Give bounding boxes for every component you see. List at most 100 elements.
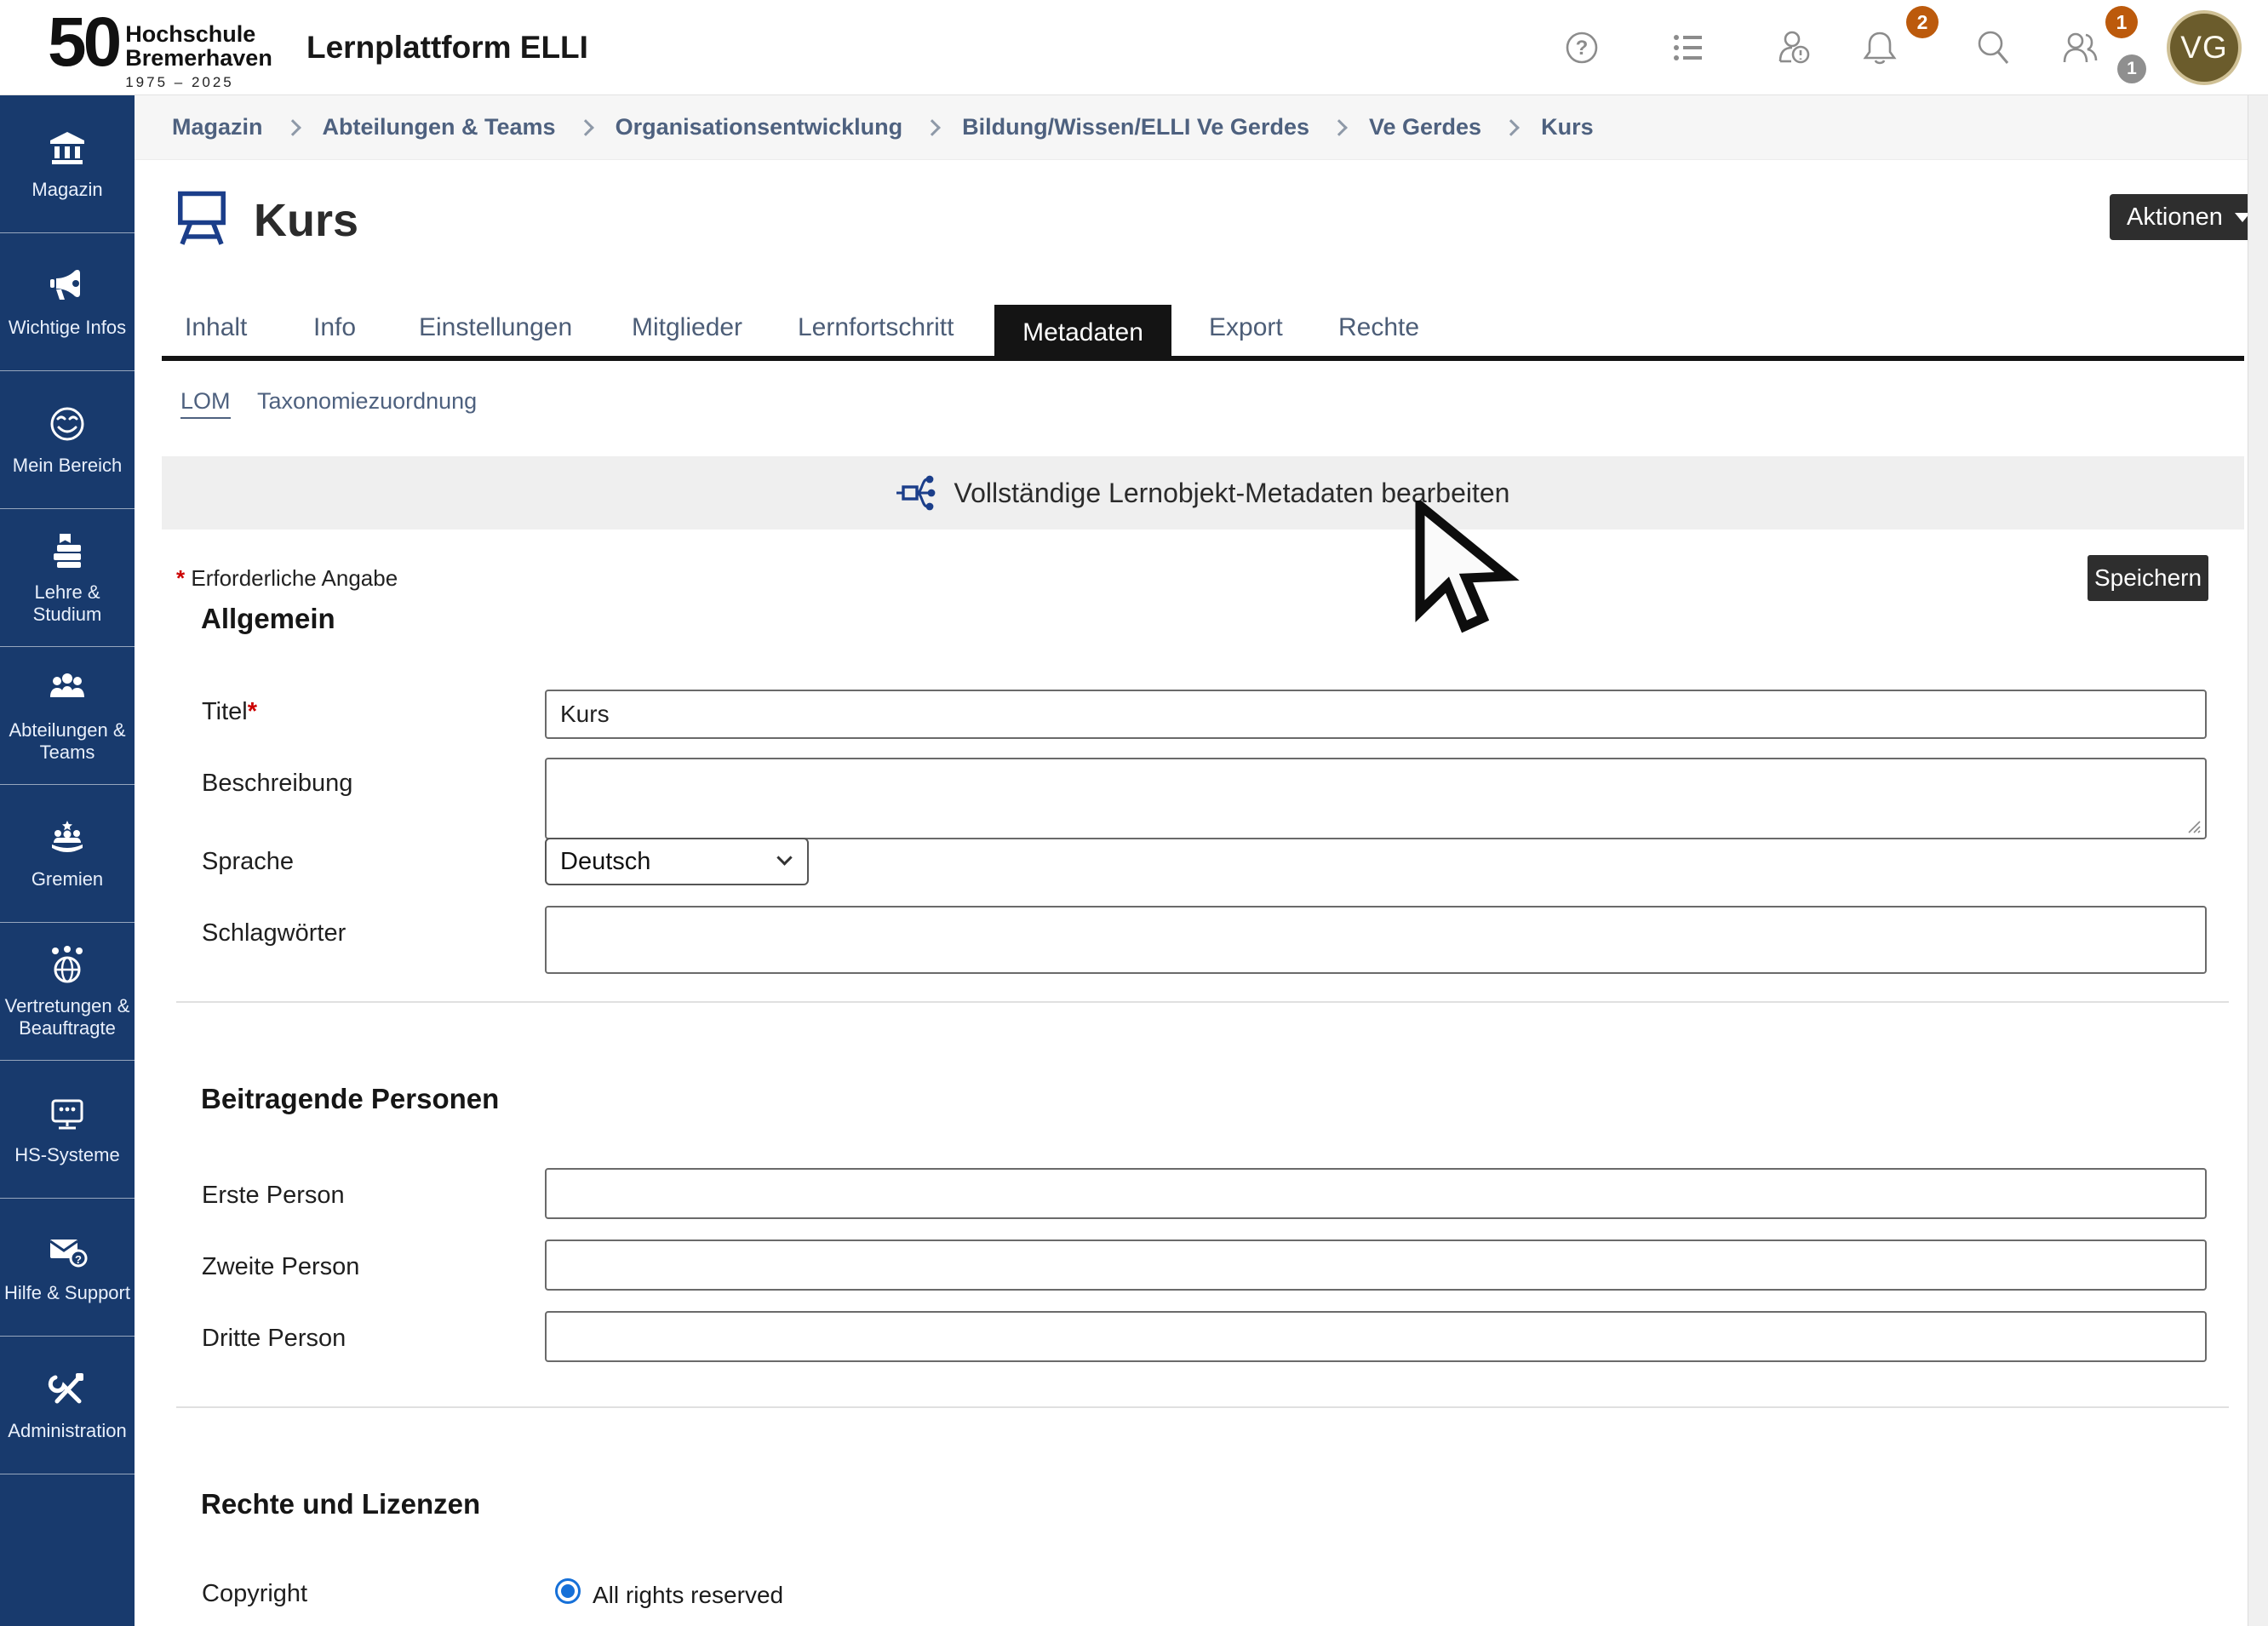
description-textarea[interactable]: [545, 758, 2207, 839]
bell-icon: [1859, 27, 1900, 68]
breadcrumb: Magazin Abteilungen & Teams Organisation…: [135, 95, 2248, 160]
notifications-button[interactable]: [1856, 24, 1904, 72]
tab-mitglieder[interactable]: Mitglieder: [632, 313, 742, 342]
language-select[interactable]: Deutsch: [545, 838, 809, 885]
subtab-lom[interactable]: LOM: [180, 388, 231, 419]
search-icon: [1973, 27, 2014, 68]
breadcrumb-item[interactable]: Bildung/Wissen/ELLI Ve Gerdes: [962, 114, 1309, 140]
tab-lernfortschritt[interactable]: Lernfortschritt: [798, 313, 954, 342]
main-sidebar: Magazin Wichtige Infos Mein Bereich Lehr…: [0, 95, 135, 1626]
tab-info[interactable]: Info: [313, 313, 356, 342]
keywords-input[interactable]: [545, 906, 2207, 974]
sidebar-item-administration[interactable]: Administration: [0, 1337, 135, 1474]
users-icon: [2060, 27, 2101, 68]
sidebar-item-vertretungen[interactable]: Vertretungen & Beauftragte: [0, 923, 135, 1061]
edit-full-metadata-banner[interactable]: Vollständige Lernobjekt-Metadaten bearbe…: [162, 456, 2244, 530]
language-field-label: Sprache: [202, 848, 294, 876]
second-person-label: Zweite Person: [202, 1253, 359, 1281]
main-menu-button[interactable]: [1664, 24, 1712, 72]
contacts-badge-secondary: 1: [2117, 54, 2146, 83]
sidebar-item-hs-systeme[interactable]: HS-Systeme: [0, 1061, 135, 1199]
globe-people-icon: [47, 944, 88, 985]
section-divider: [176, 1406, 2229, 1408]
breadcrumb-item[interactable]: Magazin: [172, 114, 263, 140]
smiley-icon: [47, 404, 88, 444]
svg-text:?: ?: [75, 1253, 82, 1266]
sidebar-item-abteilungen-teams[interactable]: Abteilungen & Teams: [0, 647, 135, 785]
bank-icon: [47, 128, 88, 169]
search-button[interactable]: [1970, 24, 2018, 72]
user-alert-icon: [1774, 27, 1815, 68]
tab-inhalt[interactable]: Inhalt: [185, 313, 247, 342]
metadata-tree-icon: [896, 472, 937, 513]
keywords-field-label: Schlagwörter: [202, 919, 346, 948]
mail-question-icon: ?: [47, 1231, 88, 1272]
breadcrumb-item[interactable]: Ve Gerdes: [1369, 114, 1481, 140]
second-person-input[interactable]: [545, 1240, 2207, 1291]
sidebar-item-magazin[interactable]: Magazin: [0, 95, 135, 233]
sidebar-item-gremien[interactable]: Gremien: [0, 785, 135, 923]
description-field-label: Beschreibung: [202, 770, 352, 798]
scrollbar-track[interactable]: [2248, 95, 2268, 1626]
tab-rechte[interactable]: Rechte: [1338, 313, 1419, 342]
committee-icon: [47, 817, 88, 858]
top-header: 50 Hochschule Bremerhaven 1975 – 2025 Le…: [0, 0, 2268, 95]
university-logo[interactable]: 50 Hochschule Bremerhaven 1975 – 2025: [48, 7, 272, 91]
third-person-label: Dritte Person: [202, 1325, 346, 1353]
sidebar-item-hilfe-support[interactable]: ? Hilfe & Support: [0, 1199, 135, 1337]
contacts-badge: 1: [2105, 6, 2138, 38]
breadcrumb-item-current[interactable]: Kurs: [1541, 114, 1594, 140]
breadcrumb-item[interactable]: Abteilungen & Teams: [323, 114, 556, 140]
course-easel-icon: [175, 189, 229, 251]
svg-text:?: ?: [1576, 37, 1589, 60]
contacts-button[interactable]: [2057, 24, 2105, 72]
resize-grip-icon[interactable]: [2186, 819, 2202, 834]
actions-button[interactable]: Aktionen: [2110, 194, 2267, 240]
breadcrumb-item[interactable]: Organisationsentwicklung: [616, 114, 903, 140]
sidebar-item-mein-bereich[interactable]: Mein Bereich: [0, 371, 135, 509]
copyright-option-label: All rights reserved: [593, 1582, 783, 1609]
chevron-right-icon: [1503, 119, 1520, 136]
copyright-radio-all-rights[interactable]: [555, 1578, 581, 1604]
language-select-wrap: Deutsch: [545, 838, 809, 885]
logo-50-mark: 50: [48, 7, 118, 78]
first-person-label: Erste Person: [202, 1182, 345, 1210]
section-heading-beitragende: Beitragende Personen: [201, 1083, 499, 1115]
tab-underline: [162, 356, 2244, 361]
app-title: Lernplattform ELLI: [306, 0, 588, 95]
chevron-right-icon: [924, 119, 941, 136]
chevron-right-icon: [1331, 119, 1348, 136]
required-note: * Erforderliche Angabe: [176, 565, 398, 592]
edit-full-metadata-label: Vollständige Lernobjekt-Metadaten bearbe…: [954, 478, 1510, 509]
subtab-taxonomiezuordnung[interactable]: Taxonomiezuordnung: [257, 388, 477, 415]
tab-export[interactable]: Export: [1209, 313, 1283, 342]
first-person-input[interactable]: [545, 1168, 2207, 1219]
books-icon: [47, 530, 88, 571]
third-person-input[interactable]: [545, 1311, 2207, 1362]
tab-einstellungen[interactable]: Einstellungen: [419, 313, 572, 342]
logo-text: Hochschule Bremerhaven 1975 – 2025: [125, 22, 272, 91]
sidebar-item-wichtige-infos[interactable]: Wichtige Infos: [0, 233, 135, 371]
megaphone-icon: [47, 266, 88, 306]
section-heading-rechte: Rechte und Lizenzen: [201, 1488, 480, 1520]
save-button[interactable]: Speichern: [2088, 555, 2208, 601]
monitor-icon: [47, 1093, 88, 1134]
help-icon: ?: [1561, 27, 1602, 68]
tab-metadaten-active[interactable]: Metadaten: [994, 305, 1171, 361]
list-icon: [1668, 27, 1709, 68]
people-group-icon: [47, 668, 88, 709]
avatar[interactable]: VG: [2167, 10, 2242, 85]
chevron-right-icon: [284, 119, 301, 136]
user-status-button[interactable]: [1771, 24, 1818, 72]
section-divider: [176, 1001, 2229, 1003]
page-title: Kurs: [254, 194, 358, 247]
chevron-right-icon: [577, 119, 594, 136]
section-heading-allgemein: Allgemein: [201, 603, 335, 635]
help-button[interactable]: ?: [1558, 24, 1606, 72]
copyright-label: Copyright: [202, 1580, 307, 1608]
sidebar-item-lehre-studium[interactable]: Lehre & Studium: [0, 509, 135, 647]
title-field-label: Titel*: [202, 698, 257, 726]
notifications-badge: 2: [1906, 6, 1939, 38]
tools-icon: [47, 1369, 88, 1410]
title-input[interactable]: [545, 690, 2207, 739]
